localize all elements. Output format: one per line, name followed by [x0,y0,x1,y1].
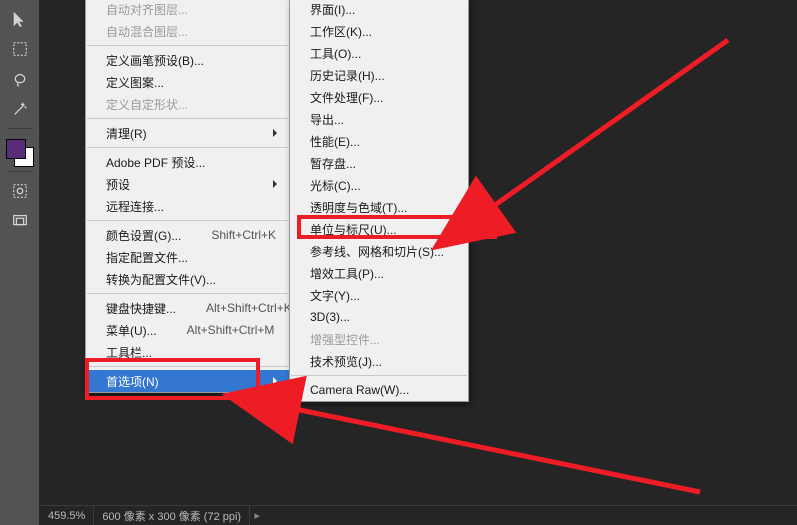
edit-menu-item-5: 定义自定形状... [86,93,289,115]
tool-separator [7,128,33,129]
menu-item-label: 文字(Y)... [310,287,360,304]
menu-item-label: 定义自定形状... [106,96,188,113]
menu-item-label: 指定配置文件... [106,249,188,266]
marquee-tool[interactable] [6,36,34,62]
menu-item-label: Adobe PDF 预设... [106,154,205,171]
edit-menu-item-17[interactable]: 键盘快捷键...Alt+Shift+Ctrl+K [86,297,289,319]
move-tool[interactable] [6,6,34,32]
zoom-level[interactable]: 459.5% [40,506,93,525]
menu-item-label: 历史记录(H)... [310,67,385,84]
menu-item-label: 文件处理(F)... [310,89,383,106]
menu-item-label: 工具(O)... [310,45,361,62]
menu-item-label: 转换为配置文件(V)... [106,271,216,288]
prefs-menu-item-13[interactable]: 文字(Y)... [290,284,468,306]
prefs-menu-item-11[interactable]: 参考线、网格和切片(S)... [290,240,468,262]
edit-menu-item-18[interactable]: 菜单(U)...Alt+Shift+Ctrl+M [86,319,289,341]
prefs-menu-item-2[interactable]: 工具(O)... [290,42,468,64]
prefs-menu-item-18[interactable]: Camera Raw(W)... [290,379,468,401]
menu-separator [87,366,288,367]
menu-separator [87,220,288,221]
menu-item-label: 自动对齐图层... [106,1,188,18]
prefs-menu-item-3[interactable]: 历史记录(H)... [290,64,468,86]
prefs-menu-item-1[interactable]: 工作区(K)... [290,20,468,42]
menu-item-label: 暂存盘... [310,155,356,172]
prefs-menu-item-9[interactable]: 透明度与色域(T)... [290,196,468,218]
menu-separator [87,147,288,148]
menu-item-label: 远程连接... [106,198,164,215]
wand-tool[interactable] [6,96,34,122]
edit-menu-item-13[interactable]: 颜色设置(G)...Shift+Ctrl+K [86,224,289,246]
statusbar: 459.5% 600 像素 x 300 像素 (72 ppi) ▸ [40,505,797,525]
screenmode-tool[interactable] [6,208,34,234]
edit-menu-item-9[interactable]: Adobe PDF 预设... [86,151,289,173]
edit-menu-item-21[interactable]: 首选项(N) [86,370,289,392]
document-info[interactable]: 600 像素 x 300 像素 (72 ppi) [94,506,249,525]
menu-item-label: Camera Raw(W)... [310,383,409,397]
quickmask-tool[interactable] [6,178,34,204]
menu-item-label: 键盘快捷键... [106,300,176,317]
prefs-menu-item-12[interactable]: 增效工具(P)... [290,262,468,284]
edit-menu-item-11[interactable]: 远程连接... [86,195,289,217]
menu-item-label: 定义图案... [106,74,164,91]
prefs-menu-item-14[interactable]: 3D(3)... [290,306,468,328]
edit-menu-item-10[interactable]: 预设 [86,173,289,195]
menu-item-label: 定义画笔预设(B)... [106,52,204,69]
menu-item-label: 自动混合图层... [106,23,188,40]
menu-item-label: 增效工具(P)... [310,265,384,282]
menu-item-label: 增强型控件... [310,331,380,348]
lasso-tool[interactable] [6,66,34,92]
menu-item-label: 清理(R) [106,125,147,142]
menu-item-label: 透明度与色域(T)... [310,199,407,216]
prefs-menu-item-16[interactable]: 技术预览(J)... [290,350,468,372]
prefs-menu-item-10[interactable]: 单位与标尺(U)... [290,218,468,240]
tool-separator [7,171,33,172]
edit-menu-item-7[interactable]: 清理(R) [86,122,289,144]
prefs-menu-item-15: 增强型控件... [290,328,468,350]
prefs-menu-item-5[interactable]: 导出... [290,108,468,130]
menu-item-label: 预设 [106,176,130,193]
prefs-menu-item-0[interactable]: 界面(I)... [290,0,468,20]
chevron-right-icon[interactable]: ▸ [250,509,264,522]
menu-item-label: 光标(C)... [310,177,361,194]
preferences-submenu: 界面(I)... 工作区(K)... 工具(O)... 历史记录(H)... 文件处理(… [289,0,469,402]
menu-shortcut: Alt+Shift+Ctrl+K [176,301,292,315]
edit-menu-item-1: 自动混合图层... [86,20,289,42]
menu-separator [87,118,288,119]
menu-item-label: 颜色设置(G)... [106,227,181,244]
edit-menu-item-3[interactable]: 定义画笔预设(B)... [86,49,289,71]
menu-item-label: 界面(I)... [310,1,355,18]
menu-item-label: 导出... [310,111,344,128]
prefs-menu-item-6[interactable]: 性能(E)... [290,130,468,152]
menu-item-label: 性能(E)... [310,133,360,150]
edit-menu-item-19[interactable]: 工具栏... [86,341,289,363]
prefs-menu-item-7[interactable]: 暂存盘... [290,152,468,174]
edit-menu-item-0: 自动对齐图层... [86,0,289,20]
menu-item-label: 菜单(U)... [106,322,157,339]
edit-menu-dropdown: 自动对齐图层... 自动混合图层... 定义画笔预设(B)... 定义图案... 定义自… [85,0,290,393]
edit-menu-item-15[interactable]: 转换为配置文件(V)... [86,268,289,290]
menu-shortcut: Alt+Shift+Ctrl+M [157,323,275,337]
prefs-menu-item-8[interactable]: 光标(C)... [290,174,468,196]
menu-item-label: 技术预览(J)... [310,353,382,370]
menu-separator [291,375,467,376]
menu-item-label: 首选项(N) [106,373,159,390]
menu-separator [87,293,288,294]
menu-shortcut: Shift+Ctrl+K [181,228,276,242]
edit-menu-item-14[interactable]: 指定配置文件... [86,246,289,268]
menu-item-label: 3D(3)... [310,310,350,324]
toolbar [0,0,40,525]
menu-item-label: 工作区(K)... [310,23,372,40]
prefs-menu-item-4[interactable]: 文件处理(F)... [290,86,468,108]
menu-item-label: 参考线、网格和切片(S)... [310,243,444,260]
edit-menu-item-4[interactable]: 定义图案... [86,71,289,93]
menu-separator [87,45,288,46]
menu-item-label: 单位与标尺(U)... [310,221,397,238]
menu-item-label: 工具栏... [106,344,152,361]
color-swatch[interactable] [6,139,34,167]
